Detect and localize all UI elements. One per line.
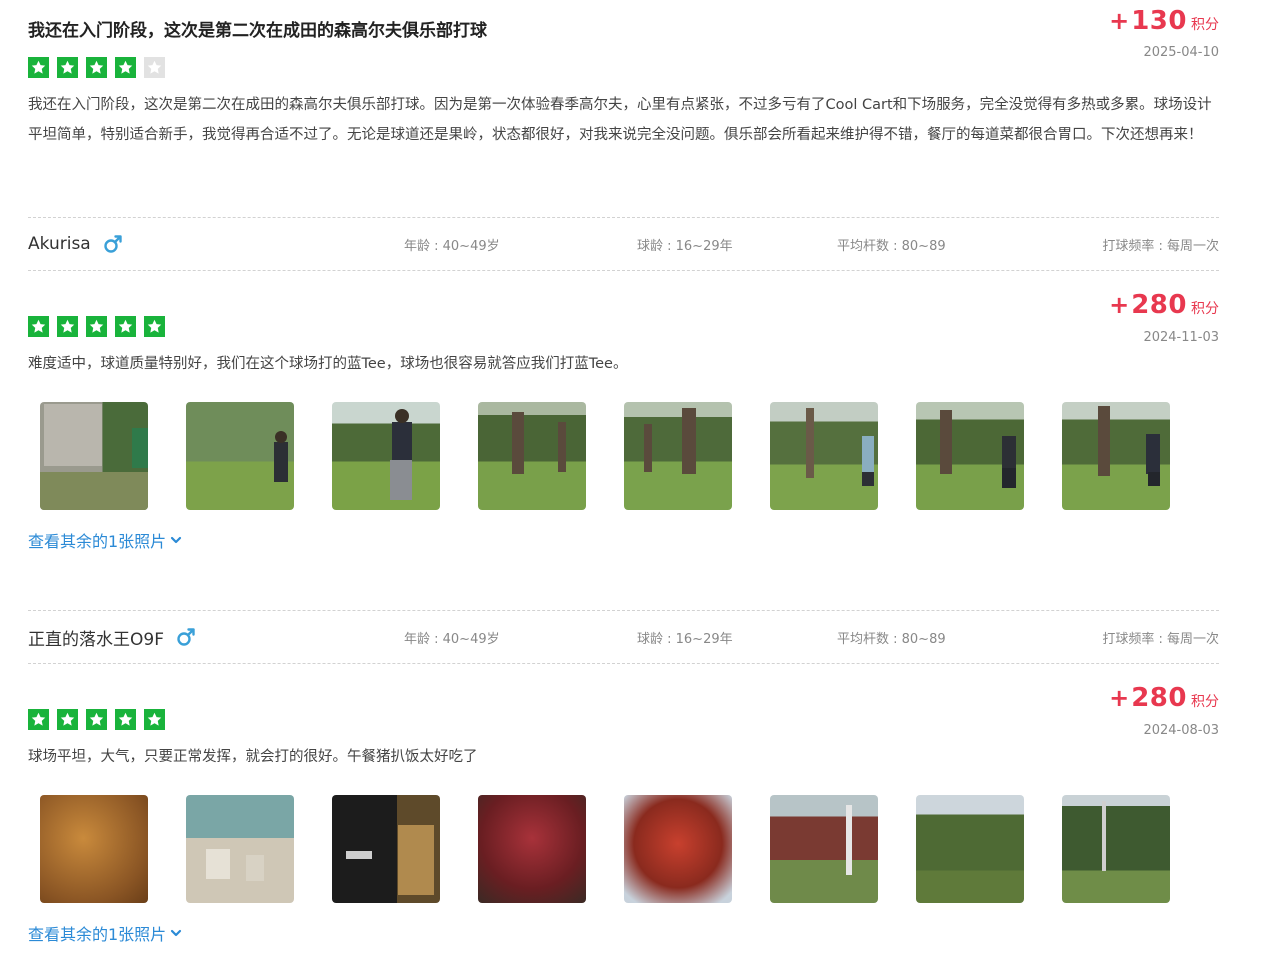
review-body: 我还在入门阶段，这次是第二次在成田的森高尔夫俱乐部打球。因为是第一次体验春季高尔…	[28, 97, 1212, 143]
review-body: 球场平坦，大气，只要正常发挥，就会打的很好。午餐猪扒饭太好吃了	[28, 749, 478, 765]
review-photo[interactable]	[478, 795, 586, 903]
reviews-page: 我还在入门阶段，这次是第二次在成田的森高尔夫俱乐部打球 + 130 积分 202…	[0, 0, 1269, 954]
points-plus: +	[1109, 684, 1130, 712]
photo-gallery	[40, 402, 1170, 510]
user-experience: 球龄 : 16~29年	[637, 632, 733, 647]
points-badge: + 130 积分	[1109, 6, 1219, 36]
review-date: 2025-04-10	[1143, 45, 1219, 60]
review-photo[interactable]	[332, 795, 440, 903]
star-filled-icon	[144, 709, 165, 730]
user-experience: 球龄 : 16~29年	[637, 239, 733, 254]
points-value: 280	[1131, 290, 1187, 320]
view-more-photos-link[interactable]: 查看其余的1张照片	[28, 921, 182, 945]
user-frequency: 打球频率 : 每周一次	[1102, 632, 1219, 647]
review-photo[interactable]	[186, 795, 294, 903]
review-photo[interactable]	[186, 402, 294, 510]
review-photo[interactable]	[770, 402, 878, 510]
star-rating	[28, 709, 165, 730]
star-filled-icon	[57, 709, 78, 730]
star-filled-icon	[57, 57, 78, 78]
review-photo[interactable]	[916, 795, 1024, 903]
review-body: 难度适中，球道质量特别好，我们在这个球场打的蓝Tee，球场也很容易就答应我们打蓝…	[28, 356, 628, 372]
user-age: 年龄 : 40~49岁	[404, 239, 500, 254]
male-icon	[103, 234, 123, 254]
divider	[28, 270, 1219, 271]
view-more-photos-label: 查看其余的1张照片	[28, 925, 167, 944]
star-filled-icon	[86, 709, 107, 730]
review-photo[interactable]	[1062, 795, 1170, 903]
points-unit: 积分	[1191, 694, 1219, 710]
points-unit: 积分	[1191, 17, 1219, 33]
star-filled-icon	[115, 709, 136, 730]
points-unit: 积分	[1191, 301, 1219, 317]
user-frequency: 打球频率 : 每周一次	[1102, 239, 1219, 254]
user-age: 年龄 : 40~49岁	[404, 632, 500, 647]
star-empty-icon	[144, 57, 165, 78]
review-photo[interactable]	[478, 402, 586, 510]
user-row: 正直的落水王O9F 年龄 : 40~49岁 球龄 : 16~29年 平均杆数 :…	[28, 611, 1219, 663]
star-filled-icon	[115, 316, 136, 337]
star-filled-icon	[28, 316, 49, 337]
star-filled-icon	[86, 57, 107, 78]
photo-gallery	[40, 795, 1170, 903]
review-date: 2024-08-03	[1143, 723, 1219, 738]
review-photo[interactable]	[1062, 402, 1170, 510]
review-photo[interactable]	[770, 795, 878, 903]
star-filled-icon	[115, 57, 136, 78]
star-rating	[28, 316, 165, 337]
chevron-down-icon	[171, 929, 182, 937]
review-photo[interactable]	[40, 402, 148, 510]
review-photo[interactable]	[332, 402, 440, 510]
view-more-photos-label: 查看其余的1张照片	[28, 532, 167, 551]
points-badge: + 280 积分	[1109, 290, 1219, 320]
view-more-photos-link[interactable]: 查看其余的1张照片	[28, 528, 182, 552]
star-filled-icon	[28, 57, 49, 78]
points-plus: +	[1109, 291, 1130, 319]
star-filled-icon	[144, 316, 165, 337]
points-plus: +	[1109, 7, 1130, 35]
user-name[interactable]: 正直的落水王O9F	[28, 625, 164, 650]
star-filled-icon	[86, 316, 107, 337]
male-icon	[176, 627, 196, 647]
review-photo[interactable]	[624, 795, 732, 903]
user-avg-score: 平均杆数 : 80~89	[837, 632, 946, 647]
points-value: 130	[1131, 6, 1187, 36]
star-rating	[28, 57, 165, 78]
points-badge: + 280 积分	[1109, 683, 1219, 713]
divider	[28, 663, 1219, 664]
star-filled-icon	[57, 316, 78, 337]
points-value: 280	[1131, 683, 1187, 713]
chevron-down-icon	[171, 536, 182, 544]
user-row: Akurisa 年龄 : 40~49岁 球龄 : 16~29年 平均杆数 : 8…	[28, 218, 1219, 270]
review-date: 2024-11-03	[1143, 330, 1219, 345]
review-photo[interactable]	[916, 402, 1024, 510]
user-name[interactable]: Akurisa	[28, 234, 91, 254]
review-title: 我还在入门阶段，这次是第二次在成田的森高尔夫俱乐部打球	[28, 21, 487, 41]
star-filled-icon	[28, 709, 49, 730]
user-avg-score: 平均杆数 : 80~89	[837, 239, 946, 254]
review-photo[interactable]	[624, 402, 732, 510]
review-photo[interactable]	[40, 795, 148, 903]
